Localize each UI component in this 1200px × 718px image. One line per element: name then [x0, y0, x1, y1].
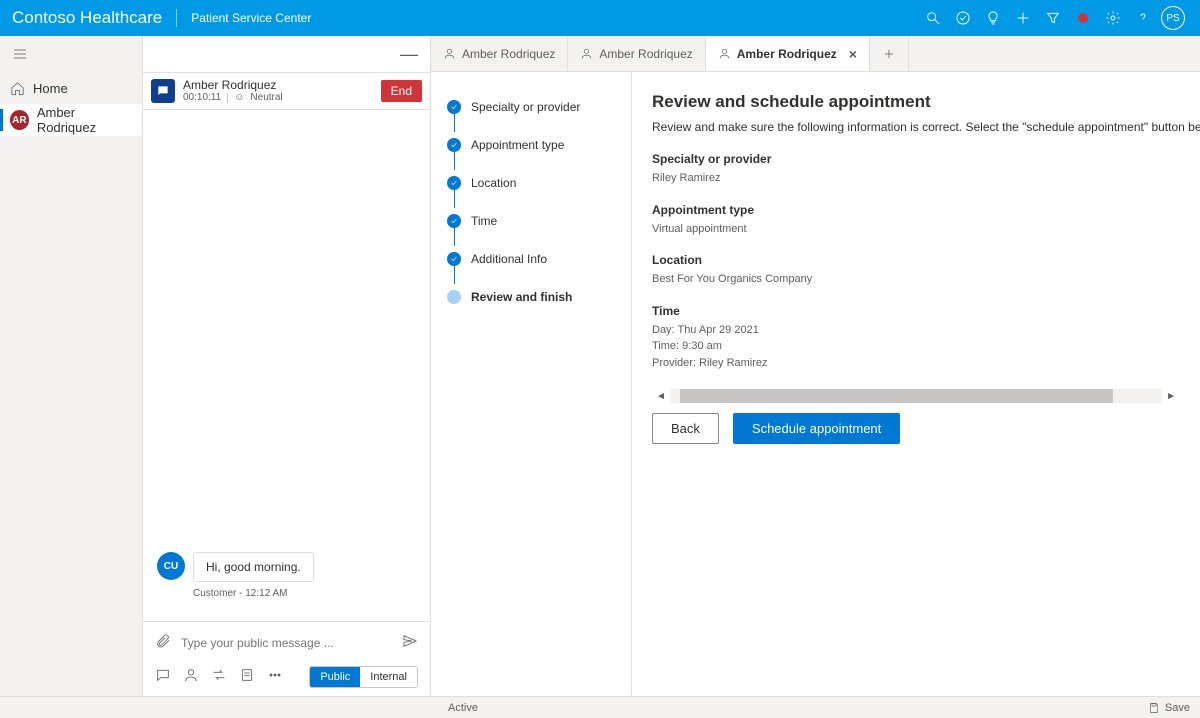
schedule-button[interactable]: Schedule appointment — [733, 413, 900, 444]
step-location[interactable]: Location — [447, 164, 631, 202]
attach-icon[interactable] — [155, 633, 171, 654]
nav-session[interactable]: AR Amber Rodriquez — [0, 104, 142, 136]
pill-internal[interactable]: Internal — [360, 667, 417, 687]
tab-2[interactable]: Amber Rodriquez× — [706, 36, 870, 71]
field-type: Appointment type Virtual appointment — [652, 203, 1200, 238]
tab-bar: Amber Rodriquez Amber Rodriquez Amber Ro… — [431, 36, 1200, 72]
end-button[interactable]: End — [381, 80, 422, 102]
message-meta: Customer - 12:12 AM — [193, 588, 416, 599]
step-additional[interactable]: Additional Info — [447, 240, 631, 278]
field-location: Location Best For You Organics Company — [652, 253, 1200, 288]
pill-public[interactable]: Public — [310, 667, 360, 687]
horizontal-scrollbar[interactable]: ◄ ► — [652, 389, 1200, 403]
step-review[interactable]: Review and finish — [447, 278, 631, 316]
visibility-toggle[interactable]: Public Internal — [309, 666, 418, 688]
help-icon[interactable] — [1128, 0, 1158, 36]
more-icon[interactable] — [267, 667, 283, 688]
app-subtitle: Patient Service Center — [181, 11, 311, 25]
step-type[interactable]: Appointment type — [447, 126, 631, 164]
transfer-icon[interactable] — [211, 667, 227, 688]
gear-icon[interactable] — [1098, 0, 1128, 36]
nav-session-label: Amber Rodriquez — [37, 105, 132, 135]
brand-name: Contoso Healthcare — [12, 8, 176, 28]
message-text: Hi, good morning. — [193, 552, 314, 582]
search-icon[interactable] — [918, 0, 948, 36]
session-avatar: AR — [10, 110, 29, 130]
tab-add[interactable] — [870, 36, 909, 71]
close-icon[interactable]: × — [849, 46, 857, 62]
consult-icon[interactable] — [183, 667, 199, 688]
nav-home-label: Home — [33, 81, 68, 96]
work-area: Amber Rodriquez Amber Rodriquez Amber Ro… — [431, 36, 1200, 696]
send-icon[interactable] — [402, 633, 418, 654]
app-header: Contoso Healthcare Patient Service Cente… — [0, 0, 1200, 36]
task-icon[interactable] — [948, 0, 978, 36]
quick-reply-icon[interactable] — [155, 667, 171, 688]
save-button[interactable]: Save — [1148, 702, 1200, 714]
lightbulb-icon[interactable] — [978, 0, 1008, 36]
chat-channel-icon — [151, 79, 175, 103]
chat-body: CU Hi, good morning. Customer - 12:12 AM — [143, 110, 430, 621]
nav-home[interactable]: Home — [0, 72, 142, 104]
chat-message: CU Hi, good morning. — [157, 552, 416, 582]
user-avatar[interactable]: PS — [1158, 0, 1188, 36]
step-list: Specialty or provider Appointment type L… — [431, 72, 631, 696]
record-icon[interactable] — [1068, 0, 1098, 36]
field-time: Time Day: Thu Apr 29 2021 Time: 9:30 am … — [652, 304, 1200, 372]
notes-icon[interactable] — [239, 667, 255, 688]
conversation-header: Amber Rodriquez 00:10:11 ☺ Neutral End — [143, 72, 430, 110]
step-specialty[interactable]: Specialty or provider — [447, 88, 631, 126]
left-nav: Home AR Amber Rodriquez — [0, 36, 143, 696]
status-bar: Active Save — [0, 696, 1200, 718]
step-time[interactable]: Time — [447, 202, 631, 240]
message-composer: Public Internal — [143, 621, 430, 696]
customer-name: Amber Rodriquez — [183, 78, 373, 92]
plus-icon[interactable] — [1008, 0, 1038, 36]
sentiment-label: Neutral — [250, 92, 282, 104]
back-button[interactable]: Back — [652, 413, 719, 444]
minimize-icon[interactable]: — — [400, 44, 418, 65]
header-divider — [176, 9, 177, 27]
message-avatar: CU — [157, 552, 185, 580]
chat-panel: — Amber Rodriquez 00:10:11 ☺ Neutral End… — [143, 36, 431, 696]
hamburger-icon[interactable] — [0, 36, 142, 72]
call-timer: 00:10:11 — [183, 92, 221, 104]
tab-1[interactable]: Amber Rodriquez — [568, 36, 705, 71]
sentiment-icon: ☺ — [234, 92, 244, 104]
review-hint: Review and make sure the following infor… — [652, 120, 1200, 134]
tab-0[interactable]: Amber Rodriquez — [431, 36, 568, 71]
message-input[interactable] — [181, 630, 392, 656]
filter-icon[interactable] — [1038, 0, 1068, 36]
review-panel: Review and schedule appointment Review a… — [631, 72, 1200, 696]
status-active: Active — [0, 702, 478, 714]
field-specialty: Specialty or provider Riley Ramirez — [652, 152, 1200, 187]
review-title: Review and schedule appointment — [652, 92, 1200, 112]
